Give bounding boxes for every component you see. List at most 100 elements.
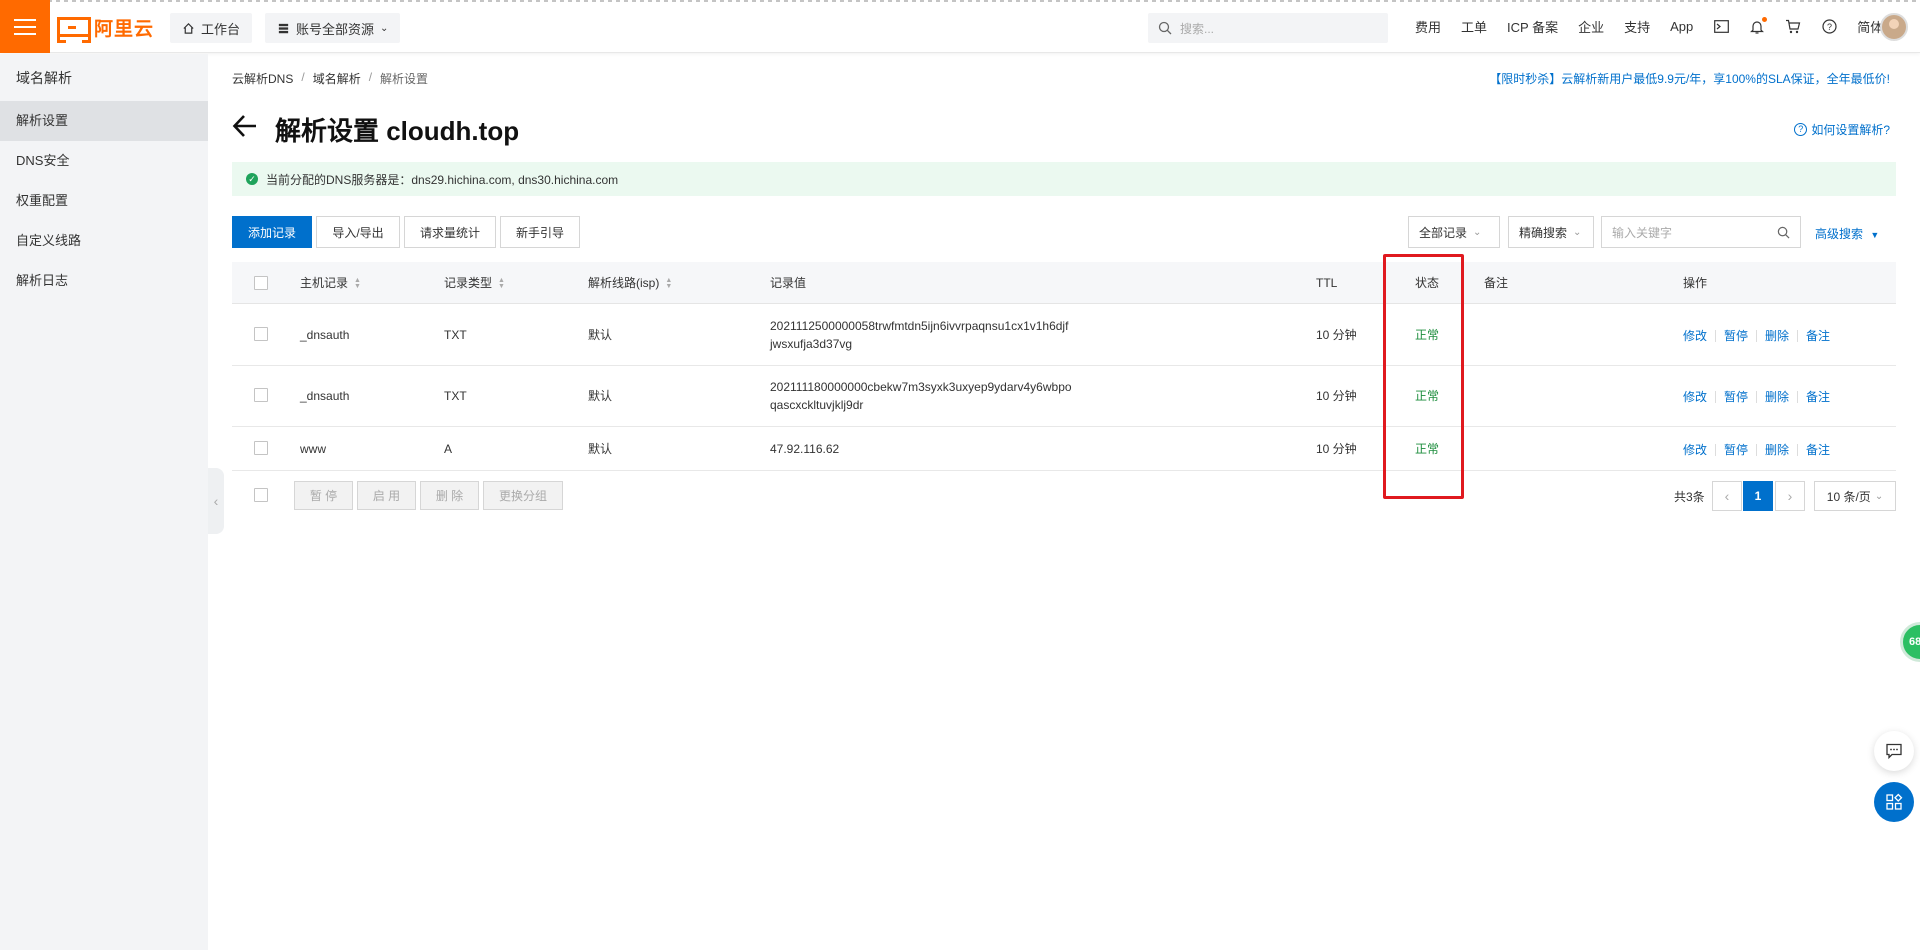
howto-link[interactable]: ? 如何设置解析? bbox=[1794, 121, 1890, 138]
sidebar-item-logs[interactable]: 解析日志 bbox=[0, 261, 208, 301]
batch-pause-button[interactable]: 暂 停 bbox=[294, 481, 353, 510]
cell-value-line1: 2021112500000058trwfmtdn5ijn6ivvrpaqnsu1… bbox=[770, 319, 1069, 333]
batch-enable-button[interactable]: 启 用 bbox=[357, 481, 416, 510]
sort-icon[interactable]: ▲ ▼ bbox=[498, 277, 505, 290]
promo-link[interactable]: 【限时秒杀】云解析新用户最低9.9元/年，享100%的SLA保证，全年最低价! bbox=[1489, 70, 1890, 87]
sidebar-item-dns-security[interactable]: DNS安全 bbox=[0, 141, 208, 181]
chevron-down-icon: ⌄ bbox=[380, 22, 389, 34]
advanced-search-link[interactable]: 高级搜索 ▼ bbox=[1815, 225, 1879, 242]
pause-link[interactable]: 暂停 bbox=[1715, 330, 1756, 342]
batch-delete-button[interactable]: 删 除 bbox=[420, 481, 479, 510]
record-filter-select[interactable]: 全部记录 ⌄ bbox=[1408, 216, 1500, 248]
search-icon[interactable] bbox=[1777, 226, 1790, 239]
edit-link[interactable]: 修改 bbox=[1683, 330, 1715, 342]
cell-ttl: 10 分钟 bbox=[1316, 389, 1357, 403]
back-arrow-icon[interactable] bbox=[232, 113, 258, 144]
remark-link[interactable]: 备注 bbox=[1797, 330, 1838, 342]
pause-link[interactable]: 暂停 bbox=[1715, 444, 1756, 456]
help-icon[interactable]: ? bbox=[1821, 19, 1837, 35]
col-line[interactable]: 解析线路(isp) ▲ ▼ bbox=[588, 262, 672, 304]
page-size-select[interactable]: 10 条/页 ⌄ bbox=[1814, 481, 1896, 511]
breadcrumb-separator: / bbox=[301, 70, 305, 84]
request-stats-button[interactable]: 请求量统计 bbox=[404, 216, 496, 248]
remark-link[interactable]: 备注 bbox=[1797, 391, 1838, 403]
aliyun-logo-icon bbox=[57, 17, 91, 43]
menu-icon[interactable] bbox=[0, 0, 50, 53]
global-search-input[interactable]: 搜索... bbox=[1148, 13, 1388, 43]
dns-server-notice: ✓ 当前分配的DNS服务器是：dns29.hichina.com, dns30.… bbox=[232, 162, 1896, 196]
keyword-input[interactable]: 输入关键字 bbox=[1601, 216, 1801, 248]
remark-link[interactable]: 备注 bbox=[1797, 444, 1838, 456]
cell-value-line2: qascxckltuvjklj9dr bbox=[770, 398, 864, 412]
table-header: 主机记录 ▲ ▼ 记录类型 ▲ ▼ 解析线路(isp) ▲ ▼ 记录值 TTL 状态 备注 … bbox=[232, 262, 1896, 304]
breadcrumb: 云解析DNS / 域名解析 / 解析设置 bbox=[232, 70, 428, 87]
apps-icon[interactable] bbox=[1874, 782, 1914, 822]
breadcrumb-dns[interactable]: 云解析DNS bbox=[232, 70, 293, 87]
delete-link[interactable]: 删除 bbox=[1756, 391, 1797, 403]
sidebar-item-settings[interactable]: 解析设置 bbox=[0, 101, 208, 141]
prev-page-button[interactable]: ‹ bbox=[1712, 481, 1742, 511]
nav-support[interactable]: 支持 bbox=[1614, 17, 1660, 36]
logo-text: 阿里云 bbox=[94, 18, 155, 40]
notice-servers: dns29.hichina.com, dns30.hichina.com bbox=[411, 172, 619, 187]
nav-app[interactable]: App bbox=[1660, 19, 1703, 34]
batch-group-button[interactable]: 更换分组 bbox=[483, 481, 563, 510]
page-size-value: 10 条/页 bbox=[1826, 489, 1871, 504]
cart-icon[interactable] bbox=[1785, 19, 1801, 35]
sort-icon[interactable]: ▲ ▼ bbox=[665, 277, 672, 290]
search-icon bbox=[1158, 21, 1172, 35]
row-actions: 修改 暂停 删除 备注 bbox=[1683, 391, 1838, 403]
nav-ticket[interactable]: 工单 bbox=[1451, 17, 1497, 36]
howto-label: 如何设置解析? bbox=[1811, 123, 1890, 137]
sidebar-item-weight[interactable]: 权重配置 bbox=[0, 181, 208, 221]
aliyun-logo[interactable]: 阿里云 bbox=[57, 14, 155, 43]
delete-link[interactable]: 删除 bbox=[1756, 444, 1797, 456]
beginner-guide-button[interactable]: 新手引导 bbox=[500, 216, 580, 248]
breadcrumb-current: 解析设置 bbox=[380, 72, 429, 86]
page-1-button[interactable]: 1 bbox=[1743, 481, 1773, 511]
cell-ttl: 10 分钟 bbox=[1316, 328, 1357, 342]
import-export-button[interactable]: 导入/导出 bbox=[316, 216, 400, 248]
row-checkbox[interactable] bbox=[254, 441, 268, 455]
breadcrumb-domain[interactable]: 域名解析 bbox=[313, 70, 361, 87]
cell-value-line2: jwsxufja3d37vg bbox=[770, 337, 853, 351]
search-mode-value: 精确搜索 bbox=[1519, 225, 1568, 240]
sort-icon[interactable]: ▲ ▼ bbox=[354, 277, 361, 290]
avatar[interactable] bbox=[1880, 13, 1908, 41]
add-record-button[interactable]: 添加记录 bbox=[232, 216, 312, 248]
col-ttl: TTL bbox=[1316, 276, 1338, 290]
chat-icon[interactable] bbox=[1874, 731, 1914, 771]
edit-link[interactable]: 修改 bbox=[1683, 391, 1715, 403]
workbench-button[interactable]: 工作台 bbox=[170, 13, 253, 43]
list-icon bbox=[278, 23, 289, 33]
nav-billing[interactable]: 费用 bbox=[1405, 17, 1451, 36]
delete-link[interactable]: 删除 bbox=[1756, 330, 1797, 342]
col-type[interactable]: 记录类型 ▲ ▼ bbox=[444, 262, 505, 304]
col-host[interactable]: 主机记录 ▲ ▼ bbox=[300, 262, 361, 304]
floating-badge[interactable]: 68 bbox=[1900, 622, 1920, 662]
next-page-button[interactable]: › bbox=[1775, 481, 1805, 511]
total-count: 共3条 bbox=[1674, 490, 1705, 504]
search-mode-select[interactable]: 精确搜索 ⌄ bbox=[1508, 216, 1594, 248]
nav-enterprise[interactable]: 企业 bbox=[1568, 17, 1614, 36]
sidebar-collapse-handle[interactable]: ‹ bbox=[208, 468, 224, 534]
pause-link[interactable]: 暂停 bbox=[1715, 391, 1756, 403]
row-checkbox[interactable] bbox=[254, 327, 268, 341]
resource-selector[interactable]: 账号全部资源 ⌄ bbox=[265, 13, 401, 43]
record-filter-value: 全部记录 bbox=[1419, 225, 1468, 240]
resource-label: 账号全部资源 bbox=[296, 21, 375, 37]
select-all-checkbox[interactable] bbox=[254, 276, 268, 290]
cell-host: www bbox=[300, 442, 326, 456]
top-nav: 费用 工单 ICP 备案 企业 支持 App ? 简体 bbox=[1405, 0, 1893, 53]
table-row: _dnsauth TXT 默认 2021112500000058trwfmtdn… bbox=[232, 304, 1896, 366]
edit-link[interactable]: 修改 bbox=[1683, 444, 1715, 456]
batch-select-checkbox[interactable] bbox=[254, 488, 268, 502]
sidebar-title[interactable]: 域名解析 bbox=[16, 68, 72, 88]
row-checkbox[interactable] bbox=[254, 388, 268, 402]
bell-icon[interactable] bbox=[1749, 16, 1768, 35]
sidebar-item-custom-line[interactable]: 自定义线路 bbox=[0, 221, 208, 261]
cell-value: 2021112500000058trwfmtdn5ijn6ivvrpaqnsu1… bbox=[770, 317, 1068, 353]
row-actions: 修改 暂停 删除 备注 bbox=[1683, 444, 1838, 456]
nav-icp[interactable]: ICP 备案 bbox=[1497, 17, 1568, 36]
terminal-icon[interactable] bbox=[1713, 19, 1729, 35]
